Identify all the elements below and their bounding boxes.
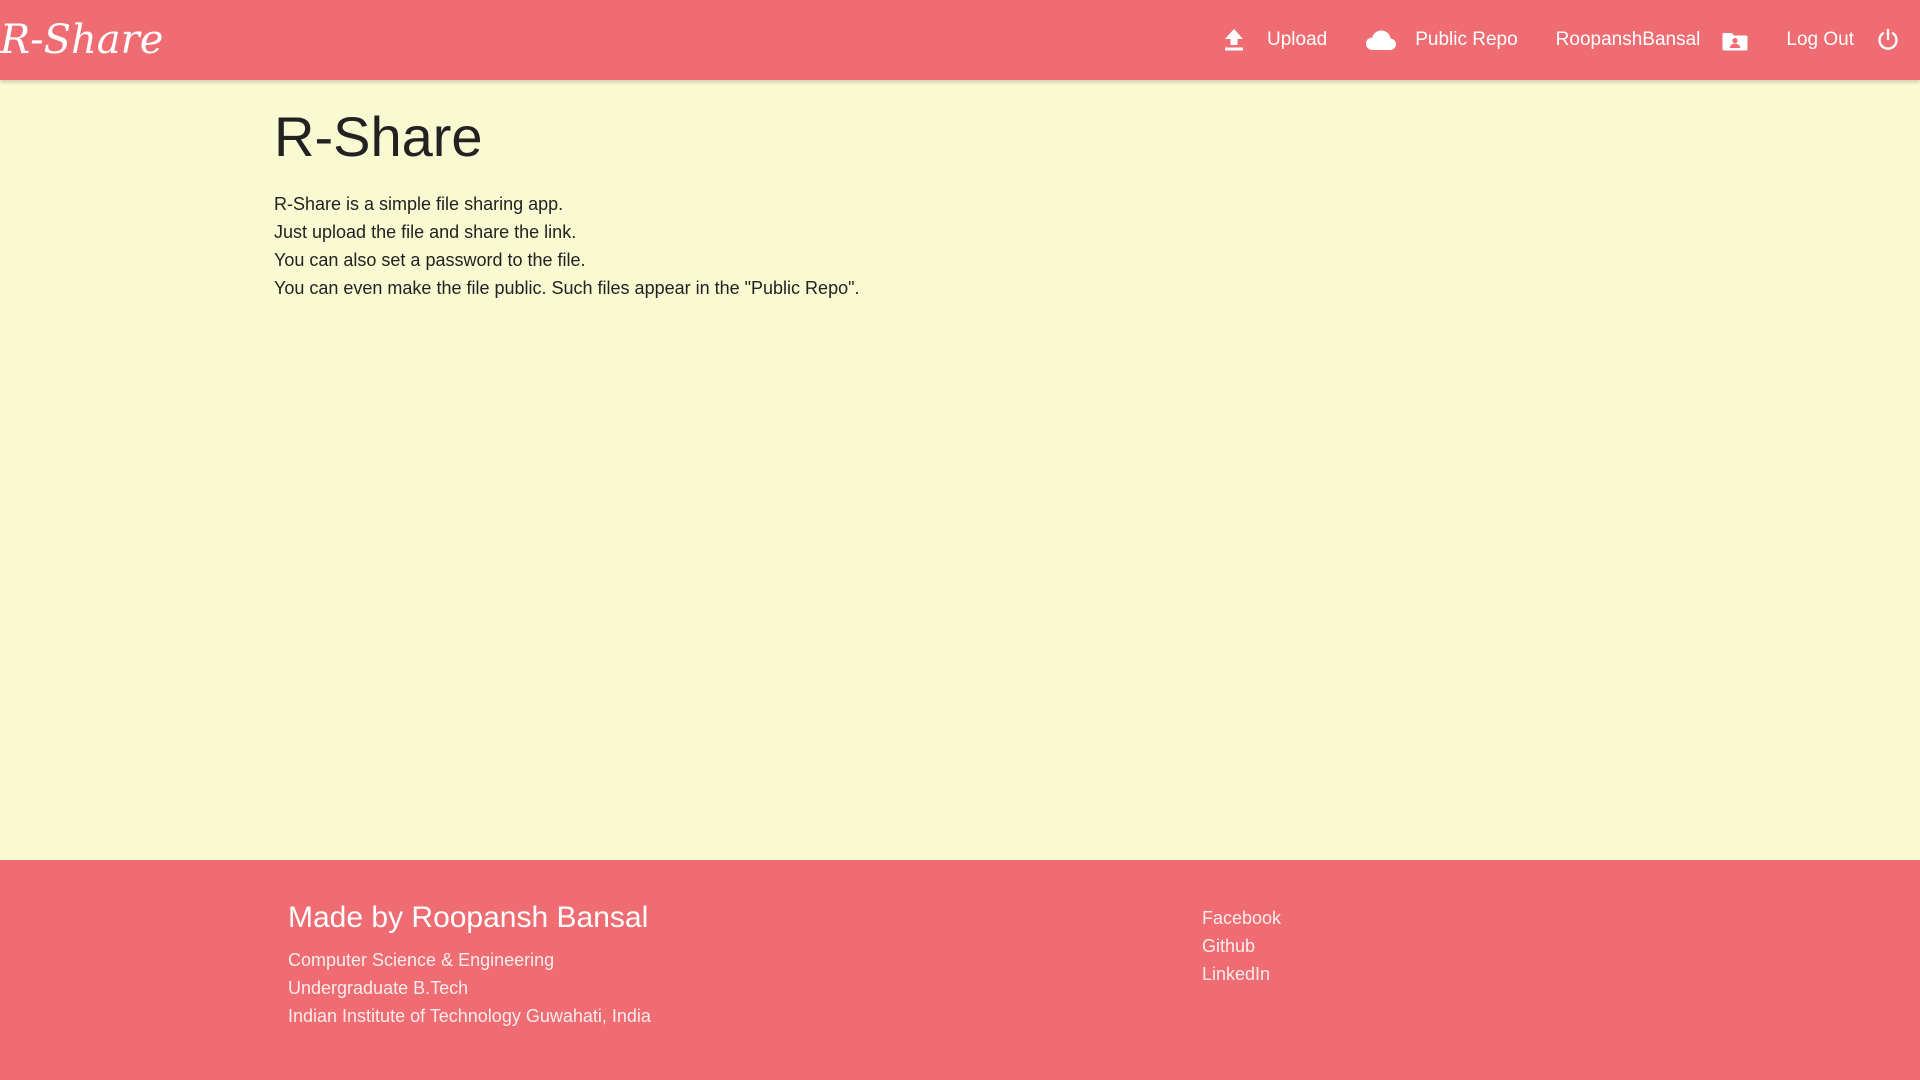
description-line: R-Share is a simple file sharing app. [274, 194, 564, 214]
description-line: Just upload the file and share the link. [274, 222, 577, 242]
account-box-icon [1722, 29, 1748, 51]
footer-info-line: Undergraduate B.Tech [288, 978, 469, 998]
github-link[interactable]: Github [1202, 932, 1281, 960]
nav-menu: Upload Public Repo RoopanshBansal Log Ou… [1223, 0, 1920, 80]
nav-upload-link[interactable]: Upload [1223, 0, 1327, 80]
power-icon [1876, 28, 1900, 52]
brand-logo[interactable]: R-Share [0, 10, 163, 70]
main-content: R-Share R-Share is a simple file sharing… [274, 100, 1674, 302]
nav-user-link[interactable]: RoopanshBansal [1556, 0, 1749, 80]
nav-username: RoopanshBansal [1555, 29, 1701, 50]
page-title: R-Share [274, 105, 483, 168]
navbar: R-Share Upload Public Repo RoopanshBansa… [0, 0, 1920, 80]
footer-links: Facebook Github LinkedIn [1202, 904, 1281, 988]
linkedin-link[interactable]: LinkedIn [1202, 960, 1281, 988]
description-line: You can even make the file public. Such … [274, 278, 860, 298]
footer: Made by Roopansh Bansal Computer Science… [0, 860, 1920, 1080]
description-line: You can also set a password to the file. [274, 250, 586, 270]
upload-icon [1223, 28, 1245, 52]
nav-public-repo-link[interactable]: Public Repo [1365, 0, 1518, 80]
footer-info-line: Computer Science & Engineering [288, 950, 555, 970]
nav-public-repo-label: Public Repo [1415, 29, 1518, 50]
cloud-icon [1365, 29, 1397, 51]
nav-upload-label: Upload [1267, 29, 1328, 50]
facebook-link[interactable]: Facebook [1202, 904, 1281, 932]
app-description: R-Share is a simple file sharing app. Ju… [274, 190, 1674, 302]
footer-title: Made by Roopansh Bansal [288, 901, 649, 934]
nav-logout-link[interactable]: Log Out [1786, 0, 1900, 80]
footer-info-line: Indian Institute of Technology Guwahati,… [288, 1006, 651, 1026]
footer-author-info: Made by Roopansh Bansal Computer Science… [288, 898, 651, 1030]
nav-logout-label: Log Out [1786, 29, 1854, 50]
